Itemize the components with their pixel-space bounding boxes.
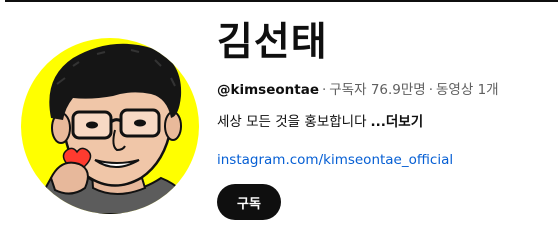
description-text: 세상 모든 것을 홍보합니다 bbox=[217, 114, 367, 130]
subscriber-count: 구독자 76.9만명 bbox=[329, 82, 426, 98]
channel-meta: @kimseontae · 구독자 76.9만명 · 동영상 1개 bbox=[217, 80, 553, 100]
video-count: 동영상 1개 bbox=[436, 82, 499, 98]
channel-description[interactable]: 세상 모든 것을 홍보합니다 ...더보기 bbox=[217, 112, 553, 132]
meta-separator: · bbox=[428, 82, 434, 98]
channel-info: 김선태 @kimseontae · 구독자 76.9만명 · 동영상 1개 세상 모든 … bbox=[217, 14, 553, 170]
meta-separator: · bbox=[321, 82, 327, 98]
more-button[interactable]: 더보기 bbox=[386, 114, 423, 130]
channel-name: 김선태 bbox=[217, 20, 328, 65]
top-divider bbox=[5, 0, 558, 2]
more-ellipsis: ... bbox=[370, 114, 386, 130]
channel-avatar[interactable] bbox=[21, 38, 199, 214]
subscribe-button[interactable]: 구독 bbox=[217, 184, 281, 220]
channel-link[interactable]: instagram.com/kimseontae_official bbox=[217, 150, 453, 170]
channel-handle: @kimseontae bbox=[217, 82, 319, 98]
